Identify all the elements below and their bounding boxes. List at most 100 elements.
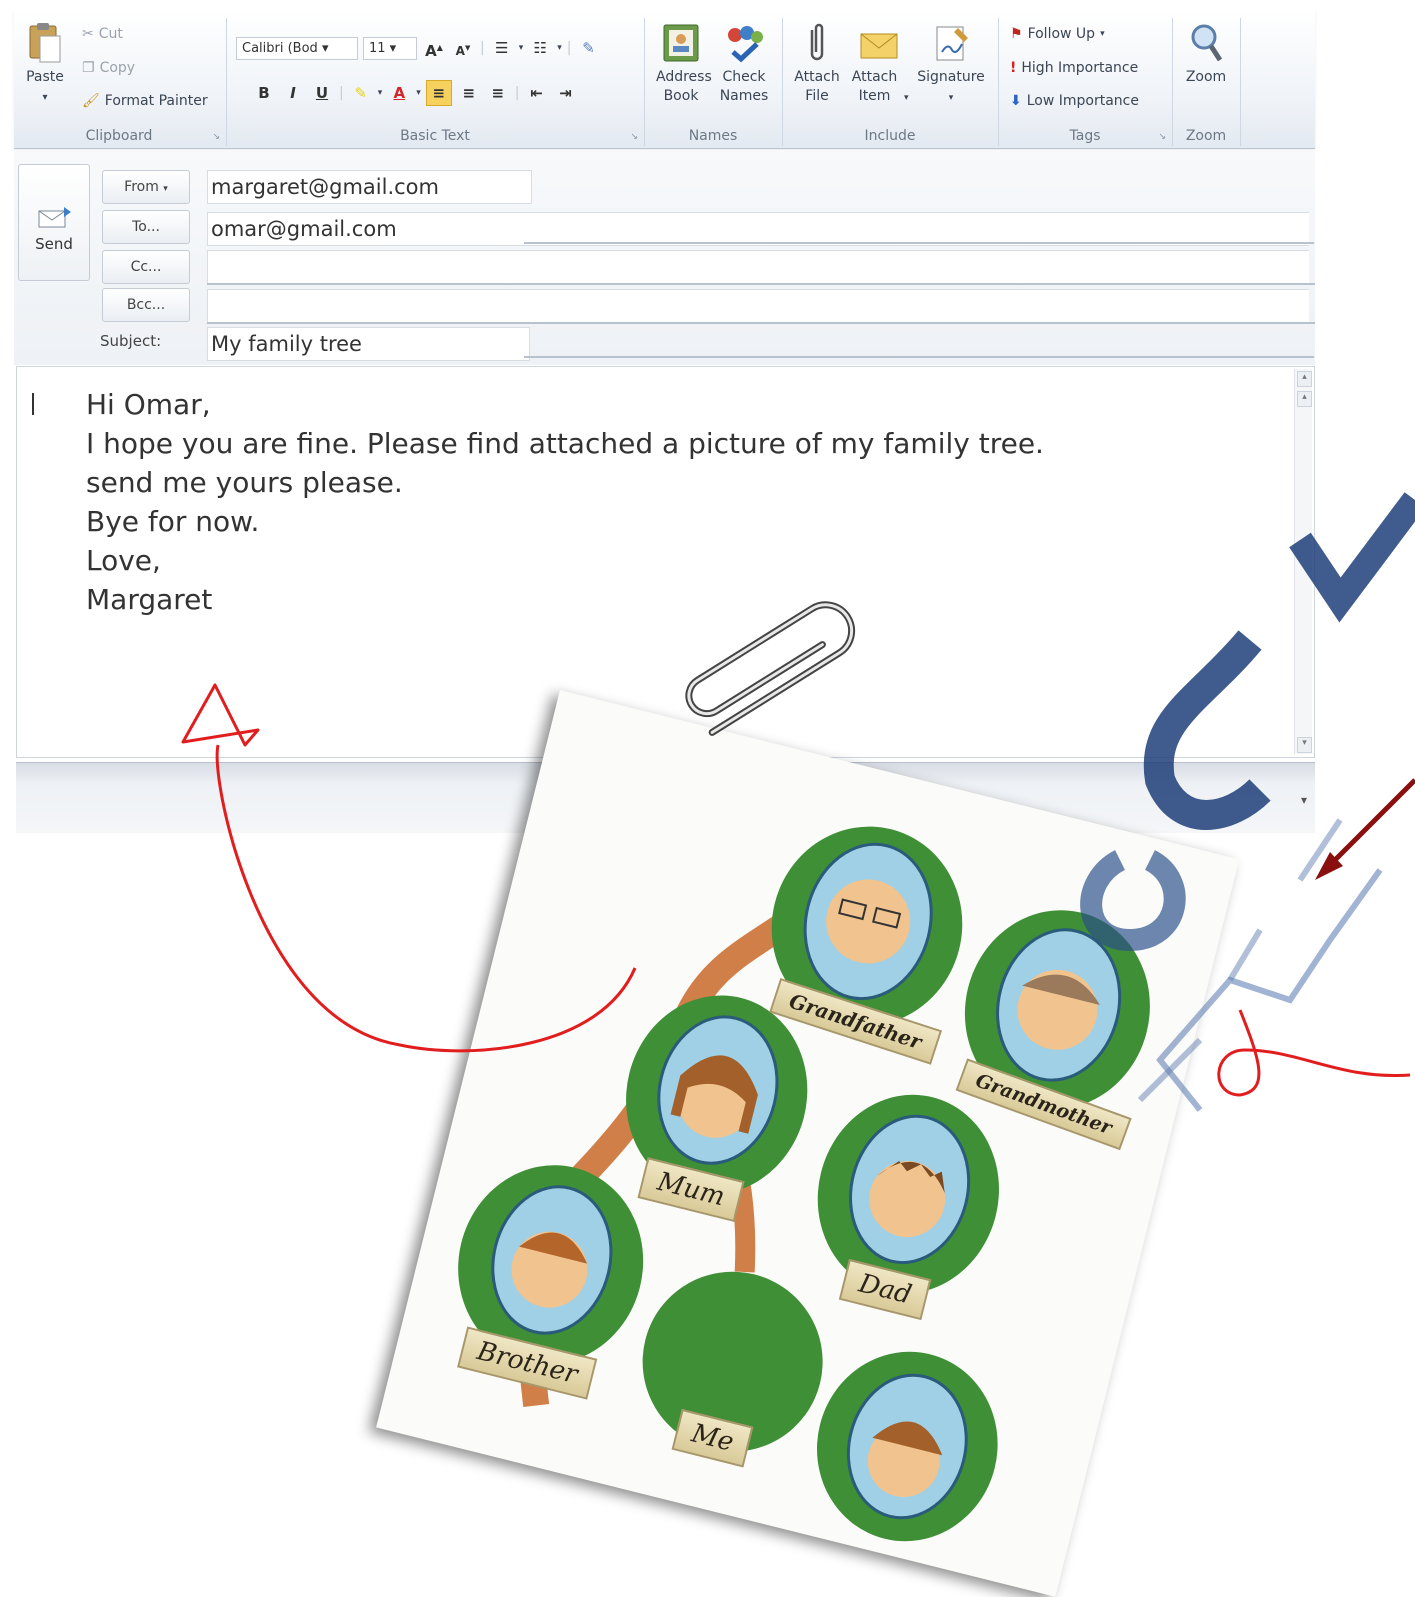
divider: | — [339, 85, 344, 101]
scissors-icon: ✂ — [82, 26, 94, 42]
font-row: Calibri (Bod ▾ 11 ▾ A▲ A▼ | ☰ ▾ ☷ ▾ | ✎ — [236, 36, 601, 60]
increase-indent-icon[interactable]: ⇥ — [554, 81, 578, 105]
cut-button[interactable]: ✂ Cut — [82, 26, 123, 42]
check-names-button[interactable]: Check Names — [712, 22, 776, 106]
include-group: Attach File Attach Item ▾ Signature ▾ Inc… — [784, 10, 996, 148]
chevron-down-icon[interactable]: ▾ — [519, 43, 524, 53]
envelope-icon — [860, 33, 898, 59]
font-name-select[interactable]: Calibri (Bod ▾ — [236, 36, 358, 60]
dialog-launcher-icon[interactable]: ↘ — [212, 132, 220, 142]
underline-button[interactable]: U — [310, 81, 334, 105]
clipboard-label: Clipboard — [85, 128, 153, 144]
include-label: Include — [864, 128, 916, 144]
vertical-scrollbar[interactable]: ▴ ▴ ▾ — [1294, 369, 1312, 754]
dialog-launcher-icon[interactable]: ↘ — [630, 132, 638, 142]
italic-button[interactable]: I — [281, 81, 305, 105]
zoom-label: Zoom — [1185, 128, 1227, 144]
clipboard-group: Paste ▾ ✂ Cut ❐ Copy 🖌 Format Painter Clipbo… — [14, 10, 224, 148]
bullets-icon[interactable]: ☰ — [490, 36, 514, 60]
ribbon: Paste ▾ ✂ Cut ❐ Copy 🖌 Format Painter Clipbo… — [14, 10, 1315, 149]
scroll-down-icon[interactable]: ▾ — [1297, 737, 1312, 753]
dialog-launcher-icon[interactable]: ↘ — [1158, 132, 1166, 142]
paste-icon — [29, 23, 61, 63]
subject-label: Subject: — [100, 332, 162, 350]
font-color-icon[interactable]: A — [387, 81, 411, 105]
send-icon — [38, 207, 71, 228]
shrink-font-icon[interactable]: A▼ — [451, 36, 475, 60]
zoom-button[interactable]: Zoom — [1178, 22, 1234, 87]
attach-item-button[interactable]: Attach Item ▾ — [848, 22, 910, 108]
body-line: Margaret — [86, 583, 213, 616]
align-center-icon[interactable]: ≡ — [457, 81, 481, 105]
sister-frame — [817, 1351, 998, 1542]
from-button[interactable]: From ▾ — [102, 170, 190, 204]
bold-button[interactable]: B — [252, 81, 276, 105]
copy-button[interactable]: ❐ Copy — [82, 60, 135, 76]
grow-font-icon[interactable]: A▲ — [422, 36, 446, 60]
group-divider — [782, 18, 783, 146]
high-importance-button[interactable]: ! High Importance — [1010, 60, 1138, 76]
body-line: Bye for now. — [86, 505, 260, 538]
tags-group: ⚑ Follow Up ▾ ! High Importance ⬇ Low Import… — [1000, 10, 1170, 148]
copy-icon: ❐ — [82, 60, 95, 76]
message-body[interactable]: Hi Omar, I hope you are fine. Please fin… — [16, 366, 1315, 758]
font-size-select[interactable]: 11 ▾ — [363, 36, 417, 60]
scroll-up-icon[interactable]: ▴ — [1297, 371, 1312, 387]
paperclip-icon — [810, 23, 824, 61]
chevron-down-icon: ▾ — [1100, 29, 1105, 39]
red-loop-arrow — [1217, 1009, 1411, 1097]
cc-field[interactable] — [207, 250, 1309, 284]
dark-red-arrowhead — [1315, 852, 1343, 880]
scroll-up-icon[interactable]: ▴ — [1297, 391, 1312, 407]
group-divider — [644, 18, 645, 146]
numbering-icon[interactable]: ☷ — [528, 36, 552, 60]
names-group: Address Book Check Names Names — [646, 10, 780, 148]
message-header: Send From ▾ margaret@gmail.com To... oma… — [14, 150, 1315, 365]
group-divider — [1172, 18, 1173, 146]
align-right-icon[interactable]: ≡ — [486, 81, 510, 105]
divider — [207, 283, 1315, 285]
chevron-down-icon[interactable]: ▾ — [378, 88, 383, 98]
cc-button[interactable]: Cc... — [102, 250, 190, 284]
low-importance-button[interactable]: ⬇ Low Importance — [1010, 93, 1139, 109]
from-field[interactable]: margaret@gmail.com — [207, 170, 532, 204]
body-line: send me yours please. — [86, 466, 403, 499]
formatting-row: B I U | ✎ ▾ A ▾ ≡ ≡ ≡ | ⇤ ⇥ — [252, 80, 578, 106]
divider: | — [480, 40, 485, 56]
group-divider — [998, 18, 999, 146]
chevron-down-icon: ▾ — [948, 93, 954, 103]
bcc-button[interactable]: Bcc... — [102, 288, 190, 322]
names-label: Names — [688, 128, 738, 144]
divider: | — [514, 85, 520, 101]
signature-button[interactable]: Signature ▾ — [912, 22, 990, 108]
highlight-icon[interactable]: ✎ — [349, 81, 373, 105]
send-button[interactable]: Send — [18, 164, 90, 281]
align-left-icon[interactable]: ≡ — [425, 80, 452, 106]
brush-icon: 🖌 — [82, 93, 100, 109]
clear-formatting-icon[interactable]: ✎ — [577, 36, 601, 60]
bcc-field[interactable] — [207, 289, 1309, 323]
body-line: Love, — [86, 544, 161, 577]
follow-up-button[interactable]: ⚑ Follow Up ▾ — [1010, 26, 1105, 42]
message-text[interactable]: Hi Omar, I hope you are fine. Please fin… — [86, 385, 1044, 619]
paste-button[interactable]: Paste ▾ — [20, 22, 70, 107]
chevron-down-icon[interactable]: ▾ — [557, 43, 562, 53]
group-divider — [226, 18, 227, 146]
chevron-down-icon: ▾ — [163, 184, 168, 194]
dark-red-arrow — [1323, 778, 1415, 872]
to-field[interactable]: omar@gmail.com — [207, 212, 1309, 246]
divider: | — [566, 40, 572, 56]
chevron-down-icon[interactable]: ▾ — [416, 88, 421, 98]
format-painter-button[interactable]: 🖌 Format Painter — [82, 93, 208, 109]
text-caret — [32, 393, 34, 415]
to-button[interactable]: To... — [102, 210, 190, 244]
attach-file-button[interactable]: Attach File — [788, 22, 846, 106]
decrease-indent-icon[interactable]: ⇤ — [525, 81, 549, 105]
basic-text-group: Calibri (Bod ▾ 11 ▾ A▲ A▼ | ☰ ▾ ☷ ▾ | ✎ B … — [228, 10, 642, 148]
zoom-group: Zoom Zoom — [1174, 10, 1238, 148]
address-book-button[interactable]: Address Book — [648, 22, 714, 106]
expand-chevron-icon[interactable]: ▾ — [1301, 793, 1307, 807]
body-line: Hi Omar, — [86, 388, 211, 421]
address-book-icon — [663, 24, 699, 62]
subject-field[interactable]: My family tree — [207, 327, 530, 361]
